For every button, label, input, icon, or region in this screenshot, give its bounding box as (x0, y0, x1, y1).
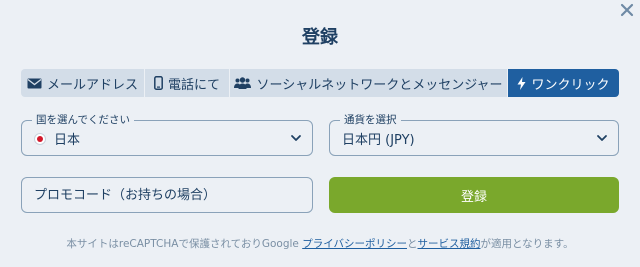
tab-one-click[interactable]: ワンクリック (508, 69, 619, 97)
japan-flag-icon (34, 132, 46, 145)
privacy-policy-link[interactable]: プライバシーポリシー (302, 238, 407, 250)
notice-middle: と (407, 238, 418, 250)
terms-of-service-link[interactable]: サービス規約 (418, 238, 481, 250)
tab-email[interactable]: メールアドレス (21, 69, 145, 97)
country-select[interactable]: 国を選んでください 日本 (21, 113, 313, 156)
currency-select-label: 通貨を選択 (340, 113, 401, 127)
currency-select-value: 日本円 (JPY) (342, 133, 415, 148)
users-icon (234, 77, 252, 89)
registration-dialog: 登録 メールアドレス 電話にて ソーシャルネットワークとメッセンジャー ワンクリ… (0, 0, 640, 267)
lightning-icon (517, 76, 526, 90)
dialog-title: 登録 (302, 27, 338, 48)
tab-phone[interactable]: 電話にて (145, 69, 230, 97)
envelope-icon (27, 78, 42, 89)
tab-email-label: メールアドレス (46, 77, 138, 93)
tab-social[interactable]: ソーシャルネットワークとメッセンジャー (230, 69, 508, 97)
notice-prefix: 本サイトはreCAPTCHAで保護されておりGoogle (66, 238, 303, 250)
chevron-down-icon (597, 135, 607, 141)
country-select-value-wrap: 日本 (34, 129, 80, 148)
tab-social-label: ソーシャルネットワークとメッセンジャー (256, 77, 503, 93)
chevron-down-icon (291, 135, 301, 141)
currency-select[interactable]: 通貨を選択 日本円 (JPY) (329, 113, 619, 156)
phone-icon (154, 76, 163, 90)
tab-one-click-label: ワンクリック (531, 77, 610, 93)
close-icon-svg (620, 3, 634, 17)
tab-phone-label: 電話にて (167, 77, 220, 93)
notice-suffix: が適用となります。 (480, 238, 574, 250)
recaptcha-notice: 本サイトはreCAPTCHAで保護されておりGoogle プライバシーポリシーと… (0, 236, 640, 251)
registration-method-tabs: メールアドレス 電話にて ソーシャルネットワークとメッセンジャー ワンクリック (21, 69, 619, 97)
country-select-value: 日本 (54, 133, 81, 148)
close-icon[interactable] (619, 3, 635, 19)
register-button[interactable]: 登録 (329, 177, 619, 213)
promo-code-input[interactable] (21, 177, 313, 213)
country-select-label: 国を選んでください (32, 113, 134, 127)
